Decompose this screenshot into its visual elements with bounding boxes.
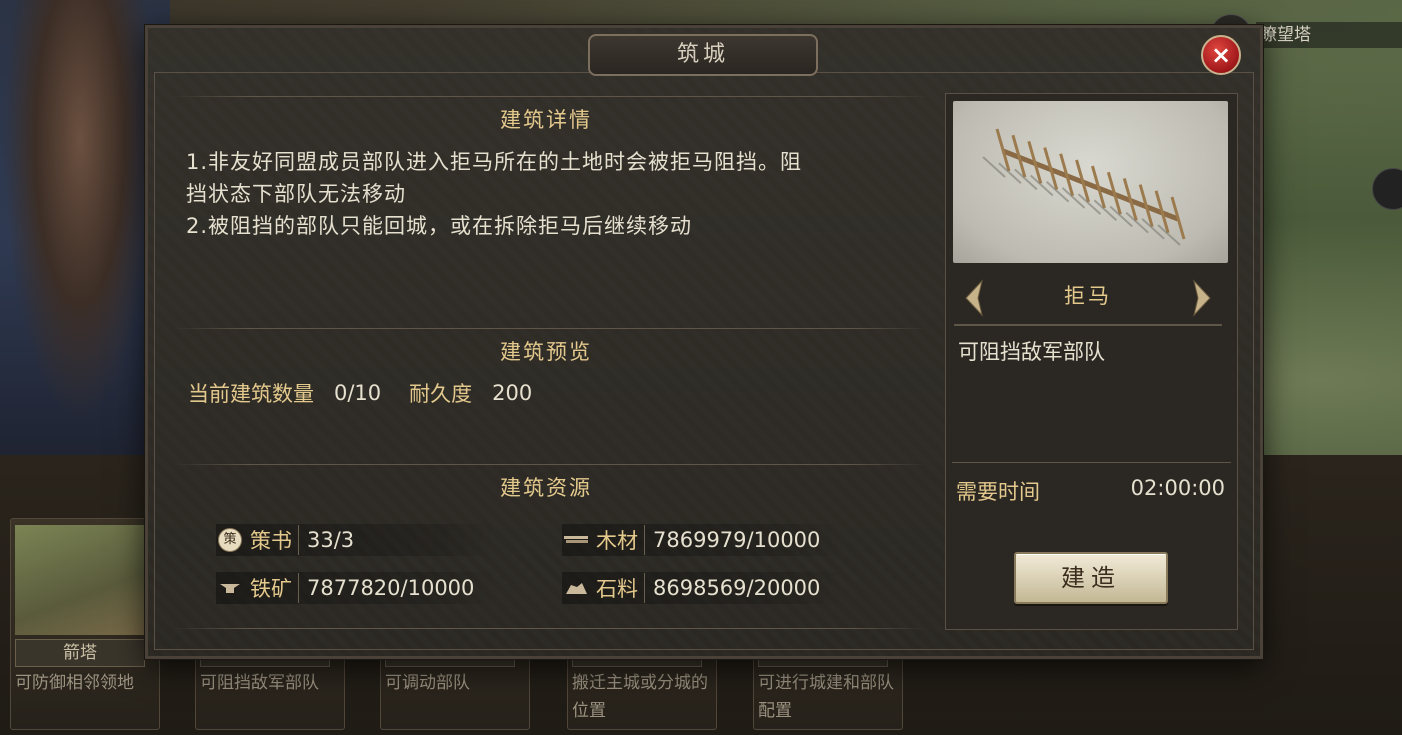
close-button[interactable]: × bbox=[1201, 35, 1241, 75]
watchtower-label[interactable]: 瞭望塔 bbox=[1256, 22, 1402, 48]
resource-value: 33/3 bbox=[307, 528, 355, 552]
details-line: 2.被阻挡的部队只能回城，或在拆除拒马后继续移动 bbox=[186, 214, 693, 238]
build-time-value: 02:00:00 bbox=[1130, 476, 1225, 500]
resource-name: 铁矿 bbox=[250, 573, 299, 603]
time-divider bbox=[952, 462, 1231, 463]
stone-icon bbox=[562, 577, 590, 599]
building-name: 拒马 bbox=[1064, 284, 1112, 308]
preview-row: 当前建筑数量 0/10 耐久度 200 bbox=[188, 378, 532, 408]
preview-section-title: 建筑预览 bbox=[500, 340, 592, 364]
resource-value: 8698569/20000 bbox=[653, 576, 821, 600]
arrow-tower-thumbnail bbox=[15, 525, 151, 635]
building-card-arrow-tower[interactable]: 箭塔 可防御相邻领地 bbox=[10, 518, 160, 730]
resource-name: 木材 bbox=[596, 525, 645, 555]
barricade-illustration bbox=[953, 101, 1228, 263]
resources-section-title: 建筑资源 bbox=[500, 476, 592, 500]
card-desc: 可阻挡敌军部队 bbox=[200, 673, 319, 693]
durability-value: 200 bbox=[492, 381, 533, 405]
resource-stone: 石料 8698569/20000 bbox=[562, 572, 844, 604]
resource-strategy-book: 策 策书 33/3 bbox=[216, 524, 496, 556]
resource-iron-ore: 铁矿 7877820/10000 bbox=[216, 572, 496, 604]
section-divider bbox=[173, 628, 928, 629]
card-desc: 可防御相邻领地 bbox=[15, 673, 134, 693]
strategy-book-icon: 策 bbox=[216, 528, 244, 552]
resource-name: 策书 bbox=[250, 525, 299, 555]
building-description: 可阻挡敌军部队 bbox=[958, 340, 1105, 364]
card-tag: 箭塔 bbox=[15, 639, 145, 667]
card-desc: 搬迁主城或分城的位置 bbox=[572, 673, 708, 721]
details-text: 1.非友好同盟成员部队进入拒马所在的土地时会被拒马阻挡。阻 挡状态下部队无法移动… bbox=[186, 146, 926, 242]
section-divider bbox=[173, 96, 928, 97]
build-button[interactable]: 建造 bbox=[1014, 552, 1168, 604]
card-desc: 可调动部队 bbox=[385, 673, 470, 693]
details-line: 挡状态下部队无法移动 bbox=[186, 182, 406, 206]
resource-name: 石料 bbox=[596, 573, 645, 603]
card-desc: 可进行城建和部队配置 bbox=[758, 673, 894, 721]
wood-icon bbox=[562, 529, 590, 551]
building-selector: 拒马 bbox=[954, 272, 1222, 326]
resource-value: 7877820/10000 bbox=[307, 576, 475, 600]
section-divider bbox=[173, 464, 928, 465]
resource-value: 7869979/10000 bbox=[653, 528, 821, 552]
building-preview-panel: 拒马 可阻挡敌军部队 需要时间 02:00:00 建造 bbox=[945, 93, 1238, 630]
iron-ore-icon bbox=[216, 577, 244, 599]
details-section-title: 建筑详情 bbox=[500, 108, 592, 132]
build-time-label: 需要时间 bbox=[956, 480, 1040, 504]
next-building-button[interactable] bbox=[1186, 278, 1216, 318]
building-count-label: 当前建筑数量 bbox=[188, 382, 314, 406]
dialog-title: 筑城 bbox=[588, 34, 818, 76]
resource-wood: 木材 7869979/10000 bbox=[562, 524, 844, 556]
building-count-value: 0/10 bbox=[334, 381, 382, 405]
durability-label: 耐久度 bbox=[409, 382, 473, 406]
section-divider bbox=[173, 328, 928, 329]
details-line: 1.非友好同盟成员部队进入拒马所在的土地时会被拒马阻挡。阻 bbox=[186, 150, 803, 174]
close-icon: × bbox=[1210, 41, 1232, 69]
